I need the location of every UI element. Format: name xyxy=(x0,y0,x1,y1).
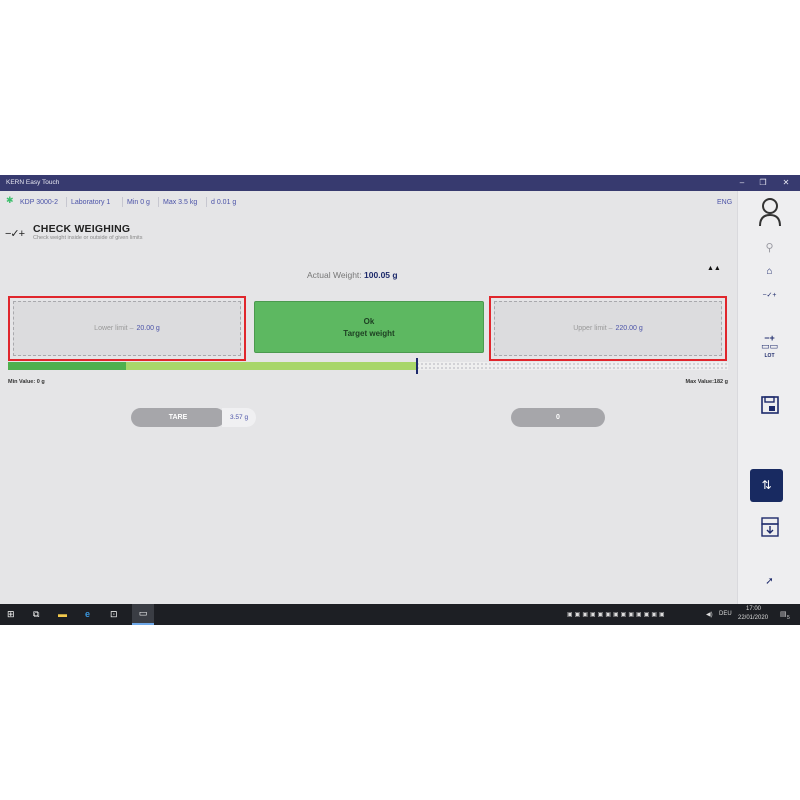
volume-icon[interactable]: ◀) xyxy=(706,611,713,618)
counter-display[interactable]: 0 xyxy=(511,408,605,427)
user-icon[interactable] xyxy=(738,197,800,232)
location: Laboratory 1 xyxy=(71,199,111,206)
folder-icon[interactable]: ▬ xyxy=(58,609,67,620)
check-weighing-mode-icon: −✓+ xyxy=(5,228,25,240)
home-icon[interactable]: ⌂ xyxy=(738,266,800,277)
pin-icon[interactable]: ⚲ xyxy=(738,241,800,254)
export-icon[interactable] xyxy=(738,516,800,543)
device-name: KDP 3000-2 xyxy=(20,199,59,206)
expand-icon[interactable]: ➚ xyxy=(738,576,800,587)
readability: d 0.01 g xyxy=(211,199,237,206)
windows-icon[interactable]: ⊞ xyxy=(7,609,15,620)
current-weight-fill xyxy=(126,362,416,370)
upper-limit-panel[interactable]: Upper limit – 220.00 g xyxy=(489,296,727,361)
lower-limit-field[interactable]: Lower limit – 20.00 g xyxy=(13,301,241,356)
minimize-icon[interactable]: – xyxy=(735,177,749,189)
app-window: KERN Easy Touch – ❐ ✕ ✱ KDP 3000-2 Labor… xyxy=(0,175,800,625)
transfer-icon[interactable]: ⇅ xyxy=(750,469,783,502)
min-capacity: Min 0 g xyxy=(127,199,150,206)
max-capacity: Max 3.5 kg xyxy=(163,199,198,206)
lower-limit-label: Lower limit – xyxy=(94,325,134,332)
tray-icons[interactable]: ▣▣▣▣▣▣▣▣▣▣▣▣▣ xyxy=(567,611,667,618)
clock-date[interactable]: 22/01/2020 xyxy=(738,615,768,621)
notification-count: 5 xyxy=(787,615,790,621)
close-icon[interactable]: ✕ xyxy=(779,177,793,189)
bluetooth-icon: ✱ xyxy=(6,195,14,205)
upper-limit-value: 220.00 g xyxy=(615,325,643,332)
divider xyxy=(122,197,123,207)
task-view-icon[interactable]: ⧉ xyxy=(33,609,39,620)
divider xyxy=(206,197,207,207)
check-weighing-icon[interactable]: −✓+ xyxy=(738,291,800,299)
divider xyxy=(158,197,159,207)
app-icon[interactable]: ▭ xyxy=(132,604,154,625)
edge-icon[interactable]: e xyxy=(85,609,90,620)
notification-icon[interactable]: ▤ xyxy=(780,610,787,618)
right-sidebar: ⚲ ⌂ −✓+ −+ ▭▭ LOT ⇅ ➚ xyxy=(737,191,800,604)
collapse-icon[interactable]: ▲▲ xyxy=(707,265,721,272)
status-detail: Target weight xyxy=(343,329,395,338)
status-panel: Ok Target weight xyxy=(254,301,484,353)
lower-limit-panel[interactable]: Lower limit – 20.00 g xyxy=(8,296,246,361)
clock-time[interactable]: 17:00 xyxy=(746,606,761,612)
actual-weight-value: 100.05 xyxy=(364,270,391,280)
upper-limit-label: Upper limit – xyxy=(573,325,613,332)
language-indicator[interactable]: DEU xyxy=(719,611,732,617)
title-bar: KERN Easy Touch – ❐ ✕ xyxy=(0,175,800,191)
page-subtitle: Check weight inside or outside of given … xyxy=(33,235,143,241)
tare-value: 3.57 g xyxy=(222,408,256,427)
status-text: Ok xyxy=(363,317,375,326)
device-info-bar: ✱ KDP 3000-2 Laboratory 1 Min 0 g Max 3.… xyxy=(0,191,740,213)
language-selector[interactable]: ENG xyxy=(717,199,732,206)
windows-taskbar: ⊞ ⧉ ▬ e ⊡ ▭ ▣▣▣▣▣▣▣▣▣▣▣▣▣ ◀) DEU 17:00 2… xyxy=(0,604,800,625)
min-value-label: Min Value: 0 g xyxy=(8,379,45,385)
below-lower-limit-segment xyxy=(8,362,126,370)
upper-limit-field[interactable]: Upper limit – 220.00 g xyxy=(494,301,722,356)
actual-weight-label: Actual Weight: xyxy=(307,270,362,280)
weight-range-bar xyxy=(8,358,728,374)
weight-marker xyxy=(416,358,418,374)
window-title: KERN Easy Touch xyxy=(6,179,60,186)
maximize-icon[interactable]: ❐ xyxy=(756,177,770,189)
store-icon[interactable]: ⊡ xyxy=(110,609,118,620)
page-title: CHECK WEIGHING xyxy=(33,223,131,235)
divider xyxy=(66,197,67,207)
tare-button[interactable]: TARE xyxy=(131,408,225,427)
save-icon[interactable] xyxy=(738,395,800,420)
actual-weight-unit: g xyxy=(392,270,398,280)
lower-limit-value: 20.00 g xyxy=(136,325,160,332)
max-value-label: Max Value:182 g xyxy=(685,379,729,385)
actual-weight: Actual Weight: 100.05 g xyxy=(307,270,398,280)
lot-icon[interactable]: −+ ▭▭ LOT xyxy=(738,334,800,360)
